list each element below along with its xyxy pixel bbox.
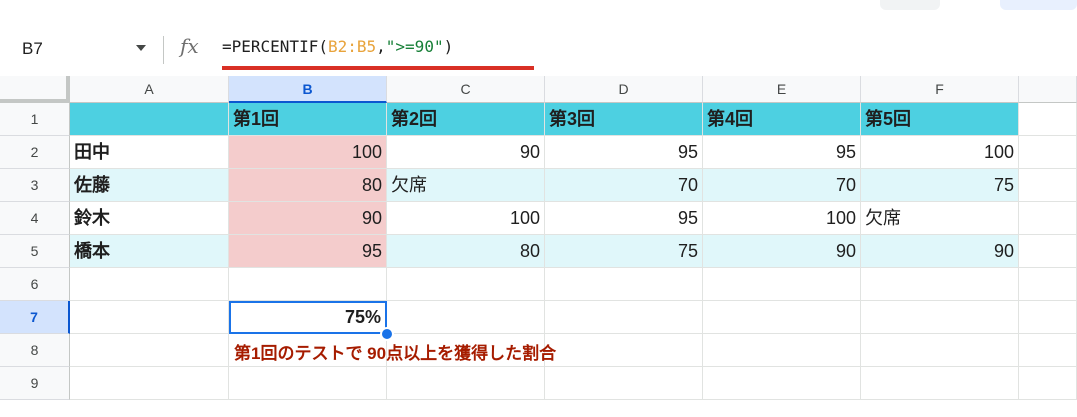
score-cell[interactable]: 80 [229, 169, 387, 202]
header-cell-round[interactable]: 第5回 [861, 103, 1019, 136]
score-cell[interactable]: 90 [387, 136, 545, 169]
score-cell[interactable]: 95 [703, 136, 861, 169]
grid-cell[interactable] [387, 367, 545, 400]
name-cell[interactable]: 田中 [70, 136, 229, 169]
formula-bar: B7 fx =PERCENTIF(B2:B5,">=90") [0, 24, 1077, 77]
select-all-corner[interactable] [0, 76, 70, 103]
grid-cell[interactable] [70, 334, 229, 367]
formula-range: B2:B5 [327, 37, 377, 56]
toolbar-button-remnant[interactable] [880, 0, 940, 10]
annotation-note: 第1回のテストで 90点以上を獲得した割合 [234, 344, 557, 363]
grid-cell[interactable] [703, 367, 861, 400]
chevron-down-icon[interactable] [136, 45, 146, 51]
grid-cell[interactable] [387, 268, 545, 301]
score-cell[interactable]: 75 [861, 169, 1019, 202]
score-cell[interactable]: 90 [229, 202, 387, 235]
grid-cell[interactable] [70, 268, 229, 301]
grid-cell[interactable] [703, 301, 861, 334]
header-cell-round[interactable]: 第3回 [545, 103, 703, 136]
score-cell[interactable]: 欠席 [861, 202, 1019, 235]
grid-cell[interactable] [387, 301, 545, 334]
score-cell[interactable]: 70 [545, 169, 703, 202]
grid-cell[interactable] [1019, 169, 1077, 202]
score-cell[interactable]: 90 [861, 235, 1019, 268]
result-cell-b7[interactable]: 75% [229, 301, 387, 334]
row-header-9[interactable]: 9 [0, 367, 70, 400]
row-header-2[interactable]: 2 [0, 136, 70, 169]
column-header-c[interactable]: C [387, 76, 545, 103]
grid-cell[interactable] [1019, 235, 1077, 268]
name-cell[interactable]: 鈴木 [70, 202, 229, 235]
column-header-extra[interactable] [1019, 76, 1077, 103]
row-header-4[interactable]: 4 [0, 202, 70, 235]
grid-cell[interactable] [545, 301, 703, 334]
grid-cell[interactable] [229, 268, 387, 301]
score-cell[interactable]: 95 [545, 202, 703, 235]
column-header-f[interactable]: F [861, 76, 1019, 103]
grid-cell[interactable] [1019, 268, 1077, 301]
formula-prefix: =PERCENTIF( [222, 37, 328, 56]
name-cell[interactable]: 佐藤 [70, 169, 229, 202]
row-header-6[interactable]: 6 [0, 268, 70, 301]
score-cell[interactable]: 100 [229, 136, 387, 169]
grid-cell[interactable] [1019, 103, 1077, 136]
name-box[interactable]: B7 [22, 36, 142, 62]
grid-cell[interactable] [545, 334, 703, 367]
grid-cell[interactable] [229, 367, 387, 400]
row-header-1[interactable]: 1 [0, 103, 70, 136]
grid-cell[interactable] [1019, 136, 1077, 169]
score-cell[interactable]: 95 [545, 136, 703, 169]
grid-cell[interactable] [545, 367, 703, 400]
grid-cell[interactable] [703, 268, 861, 301]
share-button-remnant[interactable] [1000, 0, 1077, 10]
grid-cell[interactable] [861, 301, 1019, 334]
grid-cell[interactable] [703, 334, 861, 367]
row-header-3[interactable]: 3 [0, 169, 70, 202]
grid-cell[interactable] [1019, 367, 1077, 400]
score-cell[interactable]: 90 [703, 235, 861, 268]
grid-cell[interactable] [1019, 334, 1077, 367]
score-cell[interactable]: 70 [703, 169, 861, 202]
grid-cell[interactable] [70, 367, 229, 400]
score-cell[interactable]: 95 [229, 235, 387, 268]
column-header-b[interactable]: B [229, 76, 387, 103]
grid-cell[interactable] [861, 268, 1019, 301]
formula-underline-annotation [222, 66, 534, 70]
grid-cell[interactable] [861, 367, 1019, 400]
score-cell[interactable]: 欠席 [387, 169, 545, 202]
grid-cell[interactable] [545, 268, 703, 301]
formula-bar-divider [163, 36, 164, 64]
score-cell[interactable]: 100 [387, 202, 545, 235]
top-toolbar-remnant [0, 0, 1077, 24]
score-cell[interactable]: 80 [387, 235, 545, 268]
spreadsheet-grid: A B C D E F 1 2 3 4 5 6 7 8 9 第1回 第2回 第3回 第4回 第5回 田中 100 90 95 9… [0, 76, 1077, 417]
column-header-d[interactable]: D [545, 76, 703, 103]
formula-criteria: ">=90" [385, 37, 444, 56]
name-cell[interactable]: 橋本 [70, 235, 229, 268]
column-header-e[interactable]: E [703, 76, 861, 103]
row-header-8[interactable]: 8 [0, 334, 70, 367]
row-header-7[interactable]: 7 [0, 301, 70, 334]
grid-cell[interactable] [861, 334, 1019, 367]
header-cell-round[interactable]: 第1回 [229, 103, 387, 136]
formula-input[interactable]: =PERCENTIF(B2:B5,">=90") [222, 37, 453, 56]
score-cell[interactable]: 100 [703, 202, 861, 235]
score-cell[interactable]: 100 [861, 136, 1019, 169]
fx-icon: fx [180, 34, 199, 58]
grid-cell[interactable] [70, 301, 229, 334]
row-header-5[interactable]: 5 [0, 235, 70, 268]
header-cell-blank[interactable] [70, 103, 229, 136]
column-header-a[interactable]: A [70, 76, 229, 103]
header-cell-round[interactable]: 第4回 [703, 103, 861, 136]
formula-comma: , [376, 37, 386, 56]
formula-suffix: ) [443, 37, 454, 56]
grid-cell[interactable] [1019, 301, 1077, 334]
header-cell-round[interactable]: 第2回 [387, 103, 545, 136]
score-cell[interactable]: 75 [545, 235, 703, 268]
grid-cell[interactable] [1019, 202, 1077, 235]
